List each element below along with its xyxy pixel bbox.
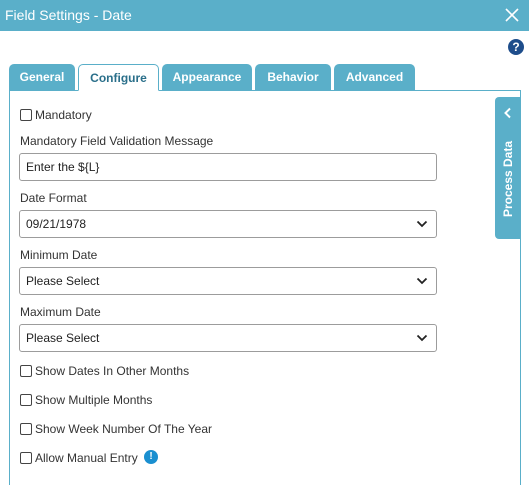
process-data-tab[interactable]: Process Data (495, 97, 521, 239)
tab-general[interactable]: General (9, 64, 75, 90)
maximum-date-label: Maximum Date (20, 305, 101, 319)
show-other-months-checkbox[interactable] (20, 365, 32, 377)
maximum-date-select[interactable]: Please Select (19, 324, 437, 352)
info-icon[interactable]: ! (144, 450, 158, 464)
help-icon[interactable]: ? (508, 39, 524, 55)
tab-configure[interactable]: Configure (78, 64, 159, 91)
show-multiple-months-checkbox[interactable] (20, 394, 32, 406)
validation-message-label: Mandatory Field Validation Message (20, 134, 214, 148)
show-multiple-months-label: Show Multiple Months (35, 393, 153, 407)
chevron-down-icon (416, 220, 428, 228)
date-format-label: Date Format (20, 191, 87, 205)
tab-advanced[interactable]: Advanced (334, 64, 415, 90)
close-button[interactable] (501, 4, 523, 26)
dialog-title-bar: Field Settings - Date (0, 0, 529, 31)
maximum-date-value: Please Select (26, 331, 100, 345)
mandatory-label: Mandatory (35, 108, 92, 122)
allow-manual-entry-label: Allow Manual Entry (35, 451, 138, 465)
allow-manual-entry-checkbox[interactable] (20, 452, 32, 464)
date-format-select[interactable]: 09/21/1978 (19, 210, 437, 238)
validation-message-input[interactable]: Enter the ${L} (19, 153, 437, 181)
close-icon (505, 8, 519, 22)
tab-appearance[interactable]: Appearance (162, 64, 252, 90)
process-data-label: Process Data (501, 140, 515, 218)
chevron-down-icon (416, 277, 428, 285)
show-week-number-checkbox[interactable] (20, 423, 32, 435)
minimum-date-select[interactable]: Please Select (19, 267, 437, 295)
show-week-number-label: Show Week Number Of The Year (35, 422, 212, 436)
date-format-value: 09/21/1978 (26, 217, 87, 231)
chevron-down-icon (416, 334, 428, 342)
show-other-months-label: Show Dates In Other Months (35, 364, 190, 378)
chevron-left-icon (504, 107, 511, 119)
dialog-title: Field Settings - Date (5, 7, 132, 23)
minimum-date-value: Please Select (26, 274, 100, 288)
mandatory-checkbox[interactable] (20, 109, 32, 121)
minimum-date-label: Minimum Date (20, 248, 98, 262)
tab-behavior[interactable]: Behavior (255, 64, 331, 90)
